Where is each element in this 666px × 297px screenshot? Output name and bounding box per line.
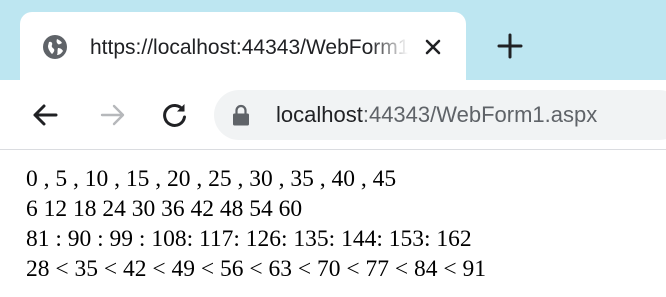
browser-tab[interactable]: https://localhost:44343/WebForm1.aspx — [20, 12, 466, 80]
page-content: 0 , 5 , 10 , 15 , 20 , 25 , 30 , 35 , 40… — [26, 164, 646, 284]
arrow-left-icon[interactable] — [30, 100, 60, 130]
output-line-3: 81 : 90 : 99 : 108: 117: 126: 135: 144: … — [26, 226, 472, 252]
browser-toolbar: localhost:44343/WebForm1.aspx — [0, 80, 666, 150]
address-bar[interactable]: localhost:44343/WebForm1.aspx — [214, 90, 666, 140]
url-path: :44343/WebForm1.aspx — [362, 102, 598, 127]
output-line-4: 28 < 35 < 42 < 49 < 56 < 63 < 70 < 77 < … — [26, 256, 487, 282]
close-icon[interactable] — [420, 34, 446, 60]
plus-icon[interactable] — [496, 32, 524, 60]
lock-icon[interactable] — [232, 104, 250, 126]
output-line-2: 6 12 18 24 30 36 42 48 54 60 — [26, 196, 303, 222]
url-host: localhost — [276, 102, 363, 127]
url-text[interactable]: localhost:44343/WebForm1.aspx — [276, 100, 666, 130]
globe-icon — [42, 34, 68, 60]
tab-strip: https://localhost:44343/WebForm1.aspx — [0, 0, 666, 80]
arrow-right-icon[interactable] — [98, 100, 128, 130]
reload-icon[interactable] — [160, 100, 190, 130]
tab-title: https://localhost:44343/WebForm1.aspx — [90, 36, 408, 59]
output-line-1: 0 , 5 , 10 , 15 , 20 , 25 , 30 , 35 , 40… — [26, 166, 397, 192]
